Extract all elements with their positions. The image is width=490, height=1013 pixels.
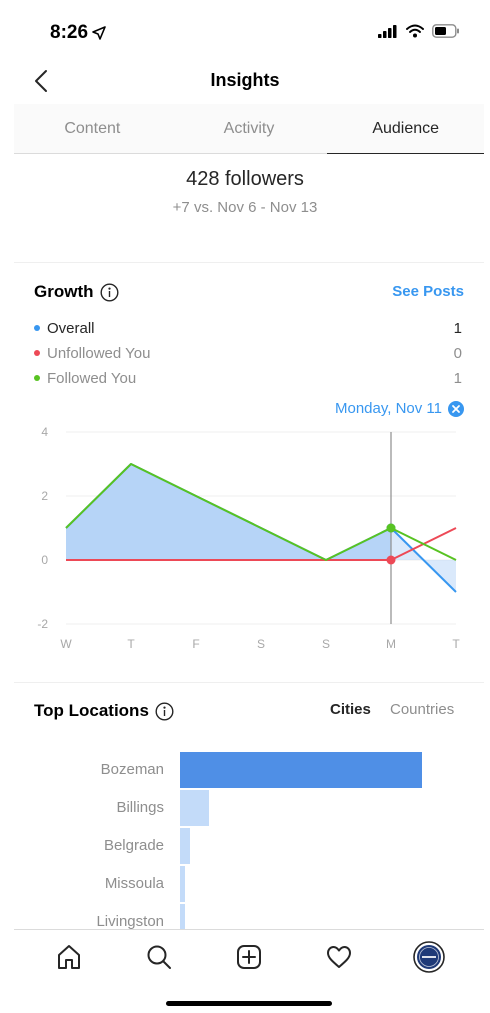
growth-title: Growth <box>34 282 94 301</box>
battery-icon <box>432 24 459 38</box>
status-time: 8:26 <box>50 22 89 43</box>
countries-toggle[interactable]: Countries <box>390 701 454 718</box>
x-tick-label: T <box>452 637 460 651</box>
selected-date-label: Monday, Nov 11 <box>335 400 442 417</box>
search-icon <box>147 945 171 969</box>
new-post-icon <box>237 944 261 969</box>
signal-icon <box>378 24 397 38</box>
tab-audience[interactable]: Audience <box>327 104 484 154</box>
status-icons <box>378 24 460 38</box>
nav-header: Insights <box>0 58 490 104</box>
follower-count: 428 followers <box>186 168 304 190</box>
locations-header: Top Locations <box>34 701 174 721</box>
activity-tab[interactable] <box>316 934 362 980</box>
y-tick-label: 0 <box>41 553 48 567</box>
tab-activity[interactable]: Activity <box>171 104 328 153</box>
wifi-icon <box>406 24 424 38</box>
selected-point <box>386 555 396 565</box>
bottom-tab-bar <box>14 929 484 983</box>
home-tab[interactable] <box>46 934 92 980</box>
x-tick-label: F <box>192 637 199 651</box>
legend-label: Unfollowed You <box>47 344 151 362</box>
follower-delta: +7 vs. Nov 6 - Nov 13 <box>172 199 318 216</box>
legend-value: 0 <box>453 344 462 362</box>
section-divider <box>14 262 484 263</box>
growth-chart[interactable]: 4 2 0 -2 W T F S S M T <box>30 422 470 660</box>
x-tick-label: M <box>386 637 396 651</box>
location-bar <box>180 790 209 826</box>
legend-dot <box>34 325 40 331</box>
locations-title: Top Locations <box>34 701 149 720</box>
close-icon[interactable] <box>448 400 464 417</box>
see-posts-link[interactable]: See Posts <box>392 283 464 300</box>
home-icon <box>58 944 80 969</box>
tab-content[interactable]: Content <box>14 104 171 153</box>
legend-label: Overall <box>47 319 95 337</box>
x-tick-label: T <box>127 637 135 651</box>
legend-followed: Followed You 1 <box>34 367 462 389</box>
legend-value: 1 <box>453 319 462 337</box>
activity-heart-icon <box>327 945 351 968</box>
cities-toggle[interactable]: Cities <box>330 701 371 718</box>
page-title: Insights <box>210 70 280 90</box>
legend-unfollowed: Unfollowed You 0 <box>34 342 462 364</box>
x-tick-label: S <box>322 637 330 651</box>
selected-point <box>386 523 396 533</box>
growth-header: Growth <box>34 282 119 302</box>
legend-label: Followed You <box>47 369 137 387</box>
location-bar <box>180 752 422 788</box>
location-label: Bozeman <box>100 761 164 778</box>
location-label: Missoula <box>104 875 164 892</box>
profile-tab[interactable] <box>406 934 452 980</box>
section-divider <box>14 682 484 683</box>
info-icon[interactable] <box>155 701 174 721</box>
location-arrow-icon <box>92 26 106 40</box>
location-label: Billings <box>116 799 164 816</box>
x-tick-label: S <box>257 637 265 651</box>
location-label: Livingston <box>96 913 164 930</box>
legend-value: 1 <box>453 369 462 387</box>
location-label: Belgrade <box>103 837 164 854</box>
y-tick-label: -2 <box>37 617 48 631</box>
legend-dot <box>34 375 40 381</box>
new-post-tab[interactable] <box>226 934 272 980</box>
x-tick-label: W <box>60 637 72 651</box>
y-tick-label: 4 <box>41 425 48 439</box>
info-icon[interactable] <box>99 282 119 302</box>
legend-dot <box>34 350 40 356</box>
home-indicator <box>166 1001 332 1006</box>
location-bar <box>180 866 185 902</box>
insights-tabs: Content Activity Audience <box>14 104 484 154</box>
search-tab[interactable] <box>136 934 182 980</box>
profile-avatar <box>413 940 445 973</box>
legend-overall: Overall 1 <box>34 317 462 339</box>
chart-marks <box>65 432 457 624</box>
status-bar: 8:26 <box>0 0 490 60</box>
location-bar <box>180 828 190 864</box>
selected-date-chip[interactable]: Monday, Nov 11 <box>335 400 464 417</box>
y-tick-label: 2 <box>41 489 48 503</box>
